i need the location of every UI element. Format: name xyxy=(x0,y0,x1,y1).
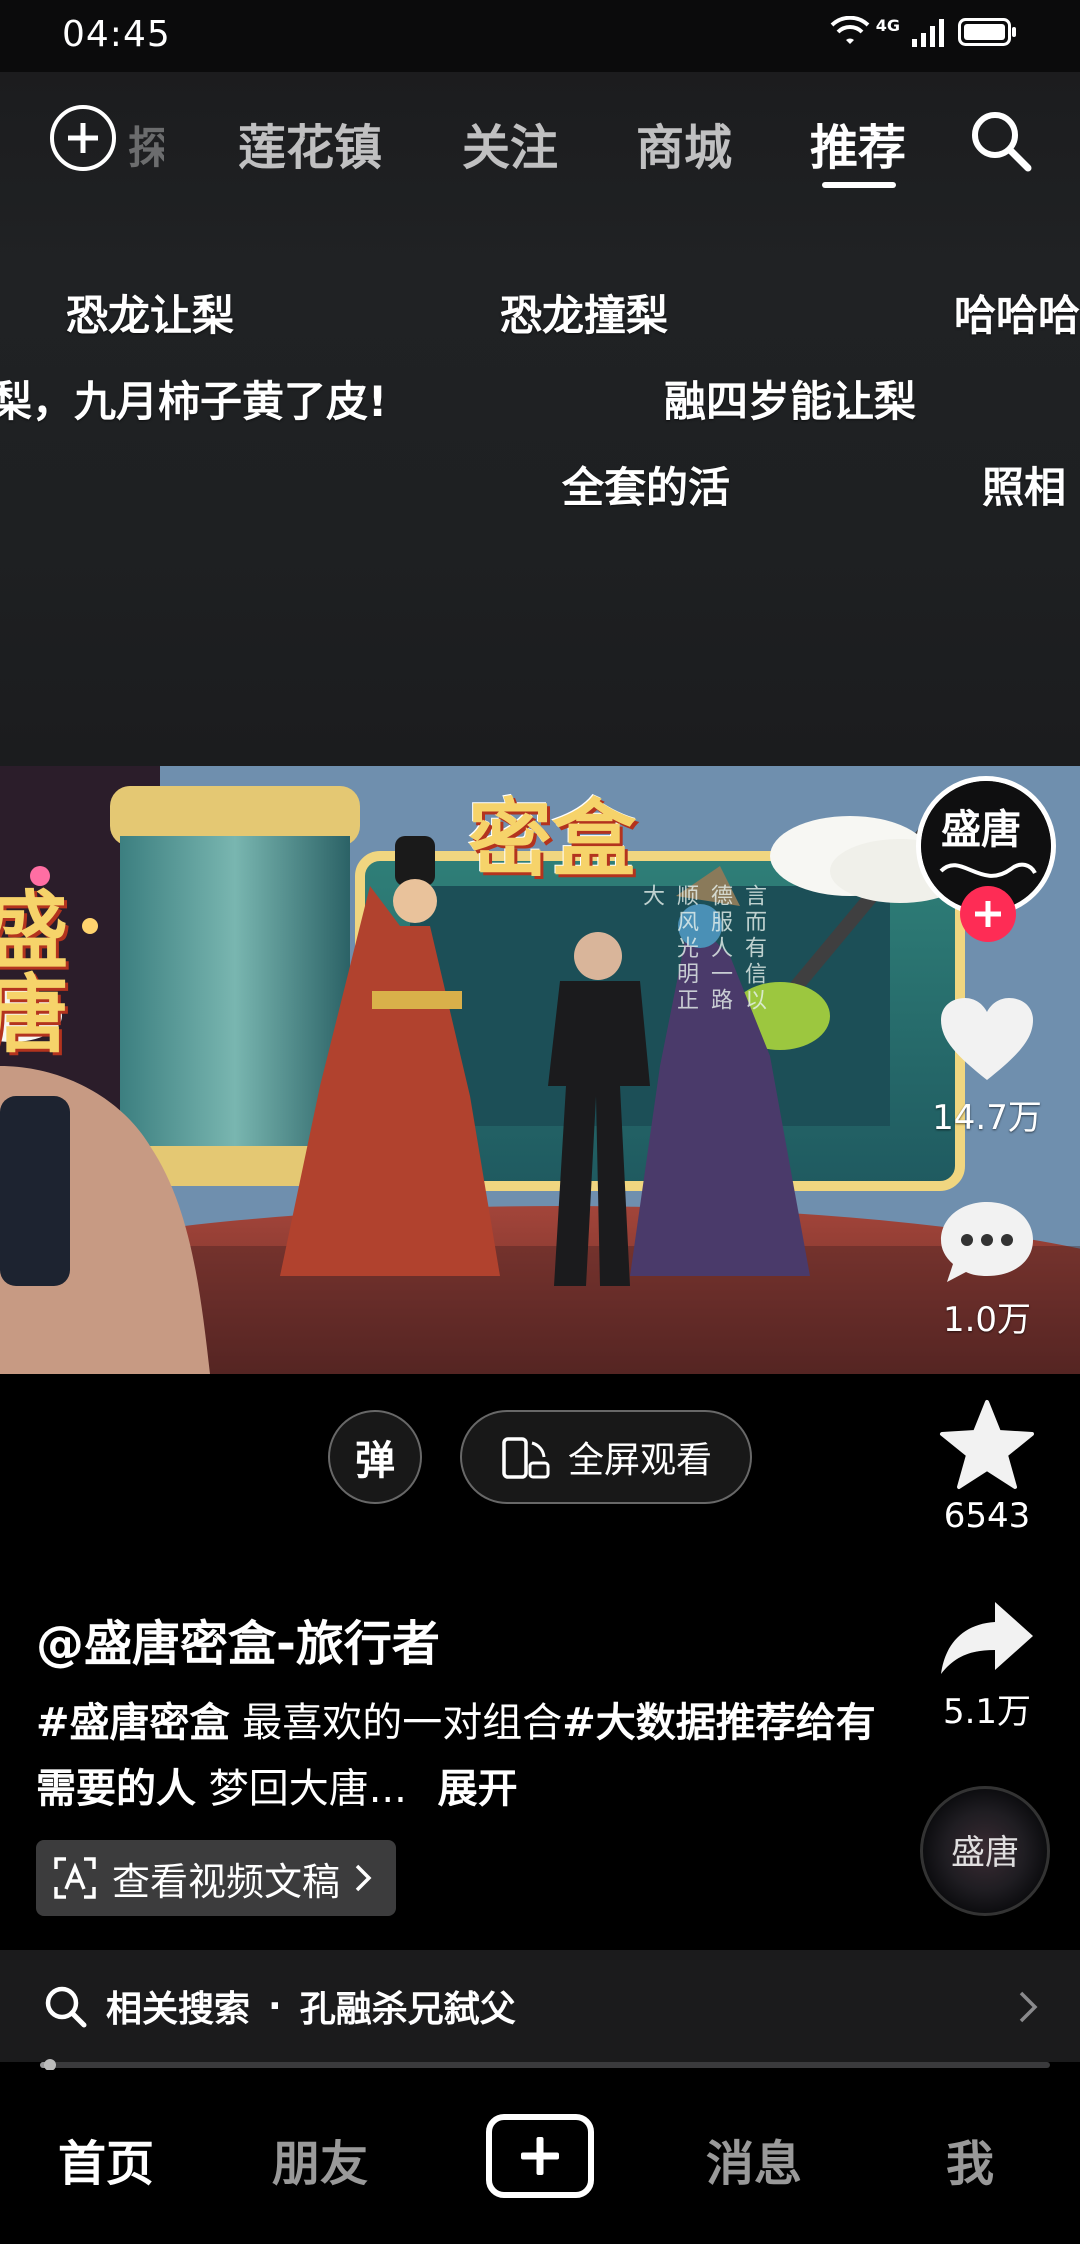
like-count: 14.7万 xyxy=(932,1098,1042,1138)
search-icon xyxy=(45,1986,87,2028)
status-bar: 04:45 4G xyxy=(0,0,1080,72)
bottom-nav-messages[interactable]: 消息 xyxy=(706,2124,802,2194)
app-screen: 04:45 4G 探索 莲花镇 关注 商城 xyxy=(0,0,1080,2244)
description-text: 梦回大唐... xyxy=(196,1766,407,1812)
music-disc-text: 盛唐 xyxy=(951,1833,1019,1873)
hashtag-link[interactable]: #盛唐密盒 xyxy=(36,1700,230,1746)
heart-icon xyxy=(941,998,1033,1080)
add-tab-icon[interactable] xyxy=(50,105,116,171)
music-disc[interactable]: 盛唐 xyxy=(920,1786,1050,1916)
signal-icon xyxy=(912,19,944,47)
video-scroll-calligraphy: 言而有信以德服人一路顺风光明正大 xyxy=(639,884,766,1014)
related-search-prefix: 相关搜索 xyxy=(106,1989,251,2030)
wifi-icon xyxy=(830,16,870,44)
chevron-right-icon xyxy=(355,1864,372,1892)
video-left-sign-text: 盛唐 xyxy=(0,886,70,1054)
battery-icon xyxy=(958,18,1016,46)
chevron-right-icon xyxy=(1019,1991,1038,2023)
video-sign-text: 密盒 xyxy=(468,789,637,888)
danmaku-toggle-label: 弹 xyxy=(355,1438,395,1484)
favorite-action[interactable]: 6543 xyxy=(920,1398,1054,1536)
text-recognition-icon xyxy=(54,1857,96,1899)
favorite-count: 6543 xyxy=(943,1496,1031,1536)
tab-lianhuazhen[interactable]: 莲花镇 xyxy=(238,108,382,178)
status-time: 04:45 xyxy=(62,14,171,55)
video-description: #盛唐密盒 最喜欢的一对组合#大数据推荐给有需要的人 梦回大唐... 展开 xyxy=(36,1690,896,1822)
fullscreen-label: 全屏观看 xyxy=(568,1440,713,1481)
bottom-nav-friends[interactable]: 朋友 xyxy=(272,2124,368,2194)
star-icon xyxy=(940,1400,1034,1489)
nav-tab-explore[interactable]: 探索 xyxy=(128,112,164,176)
comment-action[interactable]: 1.0万 xyxy=(920,1196,1054,1341)
tab-following[interactable]: 关注 xyxy=(462,108,558,178)
video-progress-bar[interactable] xyxy=(40,2059,1050,2071)
danmaku-comment: 哈哈哈 xyxy=(954,291,1080,340)
author-name[interactable]: @盛唐密盒-旅行者 xyxy=(36,1604,440,1674)
danmaku-comment: 恐龙撞梨 xyxy=(500,291,669,340)
status-icons: 4G xyxy=(830,16,1018,48)
related-search-separator: · xyxy=(268,1985,282,2027)
description-text: 最喜欢的一对组合 xyxy=(229,1700,563,1746)
search-icon[interactable] xyxy=(964,104,1036,176)
create-post-button[interactable] xyxy=(486,2114,594,2198)
share-count: 5.1万 xyxy=(942,1692,1032,1732)
related-search-bar[interactable]: 相关搜索 · 孔融杀兄弑父 xyxy=(0,1950,1080,2062)
danmaku-comment: 照相 xyxy=(982,463,1067,512)
danmaku-toggle-button[interactable]: 弹 xyxy=(328,1410,422,1504)
like-action[interactable]: 14.7万 xyxy=(920,994,1054,1139)
avatar-text: 盛唐 xyxy=(941,806,1021,853)
share-icon xyxy=(941,1602,1033,1674)
expand-link[interactable]: 展开 xyxy=(438,1766,518,1812)
comment-count: 1.0万 xyxy=(942,1300,1032,1340)
tab-mall[interactable]: 商城 xyxy=(636,108,732,178)
view-transcript-button[interactable]: 查看视频文稿 xyxy=(36,1840,397,1916)
bottom-nav-home[interactable]: 首页 xyxy=(58,2124,154,2194)
top-nav: 探索 莲花镇 关注 商城 推荐 xyxy=(0,72,1080,212)
fullscreen-button[interactable]: 全屏观看 xyxy=(460,1410,752,1504)
comment-icon xyxy=(941,1202,1033,1282)
follow-button[interactable] xyxy=(960,886,1016,942)
danmaku-comment: 恐龙让梨 xyxy=(66,291,235,340)
bottom-nav: 首页 朋友 消息 我 xyxy=(0,2070,1080,2244)
tab-recommend[interactable]: 推荐 xyxy=(810,108,906,178)
active-tab-indicator xyxy=(822,182,896,188)
related-search-query: 孔融杀兄弑父 xyxy=(299,1989,516,2030)
share-action[interactable]: 5.1万 xyxy=(920,1598,1054,1733)
danmaku-comment: 融四岁能让梨 xyxy=(664,377,917,426)
danmaku-comment: 全套的活 xyxy=(562,463,731,512)
bottom-nav-me[interactable]: 我 xyxy=(946,2124,994,2194)
rotate-screen-icon xyxy=(502,1437,550,1479)
network-type-label: 4G xyxy=(875,16,900,35)
danmaku-comment: 梨，九月柿子黄了皮! xyxy=(0,377,388,426)
transcript-label: 查看视频文稿 xyxy=(112,1859,341,1904)
